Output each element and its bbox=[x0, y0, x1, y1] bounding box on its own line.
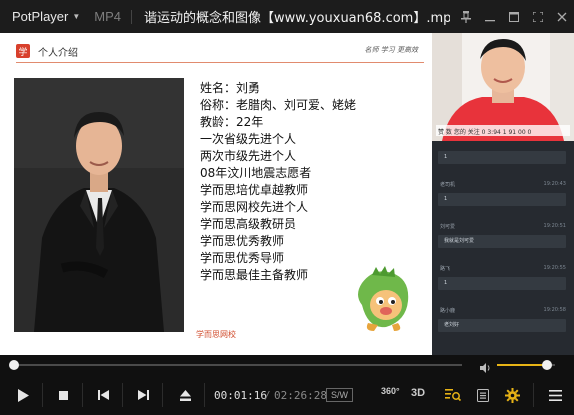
volume-icon[interactable] bbox=[479, 359, 491, 373]
chat-message-text: 1 bbox=[438, 193, 566, 206]
chat-username: 老司机 bbox=[440, 182, 456, 188]
window-controls bbox=[454, 0, 574, 33]
3d-button[interactable]: 3D bbox=[411, 387, 425, 399]
slide-footer-brand: 学而思网校 bbox=[196, 330, 236, 339]
play-icon[interactable] bbox=[10, 381, 36, 409]
volume-level bbox=[497, 364, 547, 366]
bio-line: 姓名：刘勇 bbox=[200, 81, 261, 95]
brand-logo: 学 bbox=[16, 44, 30, 58]
bio-line: 08年汶川地震志愿者 bbox=[200, 166, 312, 180]
chat-message-text: 1 bbox=[438, 277, 566, 290]
time-separator: / bbox=[264, 389, 271, 402]
seek-handle[interactable] bbox=[9, 360, 20, 370]
slide-header: 学 个人介绍 bbox=[16, 42, 78, 60]
divider bbox=[122, 383, 123, 407]
control-bar: 00:01:16 / 02:26:28 S/W 360° 3D bbox=[0, 375, 574, 415]
playlist-icon[interactable] bbox=[470, 381, 496, 409]
chat-timestamp: 19:20:43 bbox=[543, 181, 566, 187]
divider bbox=[131, 9, 133, 24]
bio-list: 姓名：刘勇 俗称：老腊肉、刘可爱、姥姥 教龄：22年 一次省级先进个人 两次市级… bbox=[200, 80, 400, 284]
chat-timestamp: 19:20:55 bbox=[543, 265, 566, 271]
main-menu-icon[interactable] bbox=[542, 381, 568, 409]
video-slide[interactable]: 学 个人介绍 名师 学习 更高效 姓名：刘勇 俗称：老腊肉、刘可爱、姥姥 教龄：… bbox=[0, 33, 432, 355]
media-format-label: MP4 bbox=[94, 9, 122, 24]
current-time: 00:01:16 bbox=[214, 389, 267, 402]
dinosaur-mascot-icon bbox=[352, 265, 416, 333]
vr-360-button[interactable]: 360° bbox=[381, 386, 400, 396]
bio-line: 学而思高级教研员 bbox=[200, 217, 297, 231]
chat-username: 路小鹿 bbox=[440, 308, 456, 314]
chevron-down-icon: ▼ bbox=[72, 12, 81, 21]
chat-timestamp: 19:20:58 bbox=[543, 307, 566, 313]
bio-line: 学而思培优卓越教师 bbox=[200, 183, 309, 197]
total-time: 02:26:28 bbox=[274, 389, 327, 402]
window-title: 谐运动的概念和图像【www.youxuan68.com】.mp4 bbox=[144, 11, 451, 26]
bio-line: 两次市级先进个人 bbox=[200, 149, 297, 163]
bio-line: 俗称：老腊肉、刘可爱、姥姥 bbox=[200, 98, 357, 112]
divider bbox=[82, 383, 83, 407]
chat-username: 刘可爱 bbox=[440, 224, 456, 230]
webcam-overlay-text: 赞 数 您的 关注 0 3:94 1 91 00 0 bbox=[438, 129, 532, 136]
app-name: PotPlayer bbox=[12, 9, 69, 24]
volume-handle[interactable] bbox=[541, 360, 552, 370]
chat-panel[interactable]: 1 老司机 19:20:43 1 刘可爱 19:20:51 我就是刘可爱 路飞 … bbox=[432, 141, 574, 355]
stop-icon[interactable] bbox=[50, 381, 76, 409]
divider bbox=[16, 62, 424, 63]
bio-line: 教龄：22年 bbox=[200, 115, 264, 129]
school-tagline: 名师 学习 更高效 bbox=[364, 46, 418, 54]
title-bar: PotPlayer ▼ MP4 谐运动的概念和图像【www.youxuan68.… bbox=[0, 0, 574, 33]
pin-icon[interactable] bbox=[454, 0, 478, 33]
divider bbox=[204, 383, 205, 407]
volume-slider[interactable] bbox=[497, 360, 555, 370]
close-icon[interactable] bbox=[550, 0, 574, 33]
chat-message-text: 我就是刘可爱 bbox=[438, 235, 566, 248]
chat-timestamp: 19:20:51 bbox=[543, 223, 566, 229]
teacher-photo bbox=[14, 78, 184, 332]
divider bbox=[162, 383, 163, 407]
fullscreen-icon[interactable] bbox=[526, 0, 550, 33]
eject-icon[interactable] bbox=[172, 381, 198, 409]
previous-icon[interactable] bbox=[90, 381, 116, 409]
app-menu-button[interactable]: PotPlayer ▼ bbox=[0, 9, 80, 24]
divider bbox=[42, 383, 43, 407]
bio-line: 学而思网校先进个人 bbox=[200, 200, 309, 214]
webcam-feed: 赞 数 您的 关注 0 3:94 1 91 00 0 bbox=[432, 33, 574, 141]
sw-toggle-button[interactable]: S/W bbox=[326, 388, 353, 402]
chat-username: 路飞 bbox=[440, 266, 451, 272]
bio-line: 学而思优秀教师 bbox=[200, 234, 285, 248]
minimize-icon[interactable] bbox=[478, 0, 502, 33]
chat-message-text: 1 bbox=[438, 151, 566, 164]
chat-message-text: 老刘好 bbox=[438, 319, 566, 332]
settings-gear-icon[interactable] bbox=[499, 381, 525, 409]
divider bbox=[533, 383, 534, 407]
playlist-search-icon[interactable] bbox=[440, 381, 466, 409]
slide-heading: 个人介绍 bbox=[38, 47, 78, 59]
next-icon[interactable] bbox=[130, 381, 156, 409]
seek-bar[interactable] bbox=[9, 360, 462, 370]
bio-line: 一次省级先进个人 bbox=[200, 132, 297, 146]
seek-row bbox=[0, 355, 574, 375]
maximize-icon[interactable] bbox=[502, 0, 526, 33]
